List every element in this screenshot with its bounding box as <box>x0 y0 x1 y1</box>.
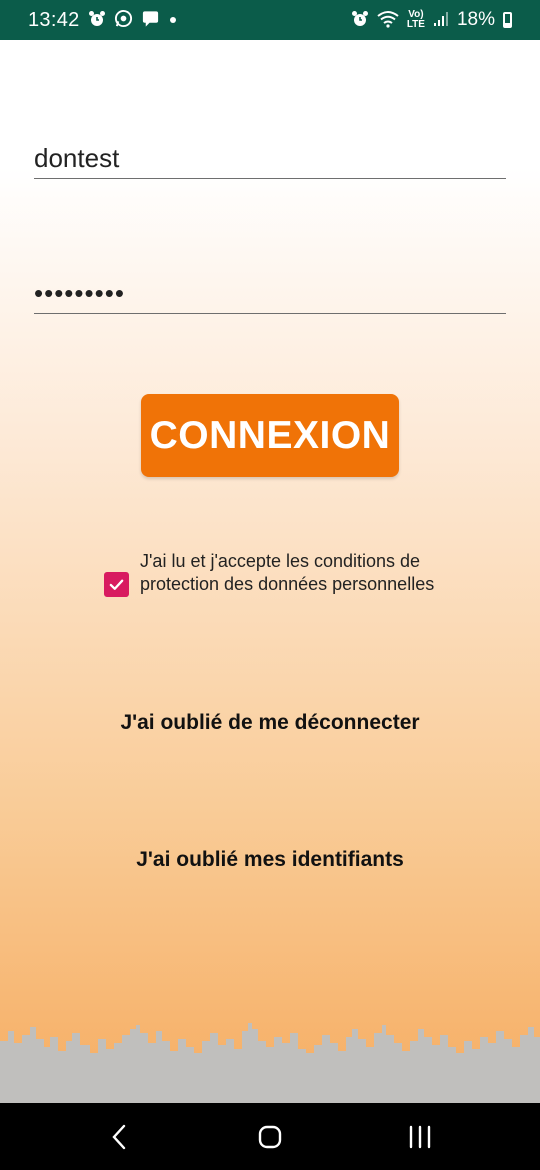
chat-icon <box>141 10 160 31</box>
lte-label: LTE <box>406 19 425 30</box>
status-left: 13:42 <box>28 9 178 32</box>
password-field[interactable]: ••••••••• <box>34 275 506 314</box>
volte-icon: Vo) LTE <box>407 10 425 30</box>
home-button[interactable] <box>240 1103 300 1170</box>
consent-label: J'ai lu et j'accepte les conditions de p… <box>140 551 435 594</box>
alarm-icon <box>351 10 369 31</box>
battery-icon <box>503 12 512 28</box>
signal-icon <box>433 11 449 30</box>
alarm-icon <box>88 10 106 31</box>
username-value[interactable]: dontest <box>34 138 506 178</box>
battery-percent: 18% <box>456 9 495 30</box>
status-bar: 13:42 Vo) LTE 18% <box>0 0 540 40</box>
whatsapp-icon <box>114 9 133 31</box>
checkmark-icon <box>109 579 124 590</box>
back-button[interactable] <box>90 1103 150 1170</box>
login-screen: dontest ••••••••• CONNEXION J'ai lu et j… <box>0 40 540 1103</box>
connect-button[interactable]: CONNEXION <box>141 394 399 477</box>
notification-dot-icon <box>168 13 178 28</box>
consent-checkbox[interactable] <box>104 572 129 597</box>
city-skyline-illustration <box>0 1023 540 1103</box>
recents-icon <box>409 1125 431 1148</box>
username-field[interactable]: dontest <box>34 138 506 179</box>
recents-button[interactable] <box>390 1103 450 1170</box>
back-chevron-icon <box>112 1124 126 1149</box>
forgot-credentials-link[interactable]: J'ai oublié mes identifiants <box>0 848 540 872</box>
navigation-bar <box>0 1103 540 1170</box>
status-right: Vo) LTE 18% <box>351 9 512 31</box>
forgot-logout-link[interactable]: J'ai oublié de me déconnecter <box>0 711 540 735</box>
password-value[interactable]: ••••••••• <box>34 275 506 311</box>
home-icon <box>258 1125 282 1148</box>
status-time: 13:42 <box>28 8 80 31</box>
wifi-icon <box>377 10 399 31</box>
